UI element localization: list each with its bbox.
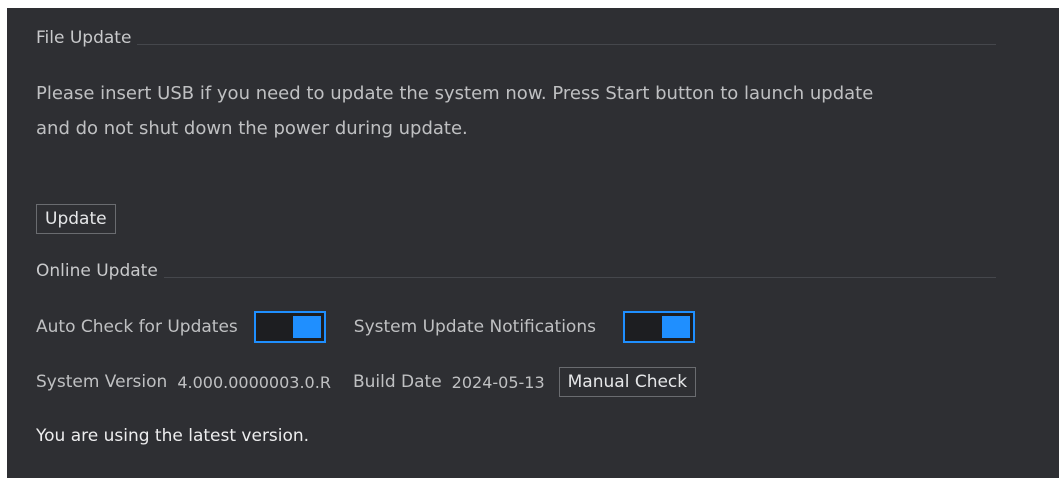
update-toggles-row: Auto Check for Updates System Update Not… xyxy=(36,311,695,343)
manual-check-button[interactable]: Manual Check xyxy=(558,367,697,397)
update-status-message: You are using the latest version. xyxy=(36,426,310,446)
system-version-value: 4.000.0000003.0.R xyxy=(177,372,331,392)
description-line-1: Please insert USB if you need to update … xyxy=(36,83,874,104)
version-row: System Version 4.000.0000003.0.R Build D… xyxy=(36,367,697,397)
notifications-label: System Update Notifications xyxy=(353,317,596,337)
section-divider xyxy=(137,43,996,45)
toggle-knob xyxy=(661,316,690,338)
toggle-knob xyxy=(292,316,321,338)
system-version-label: System Version xyxy=(36,372,168,392)
online-update-title: Online Update xyxy=(36,261,158,281)
build-date-label: Build Date xyxy=(352,372,442,392)
description-line-2: and do not shut down the power during up… xyxy=(36,118,468,139)
file-update-description: Please insert USB if you need to update … xyxy=(36,76,1046,146)
file-update-header: File Update xyxy=(36,26,996,50)
online-update-header: Online Update xyxy=(36,259,996,283)
update-panel: File Update Please insert USB if you nee… xyxy=(7,8,1059,478)
section-divider xyxy=(163,276,996,278)
file-update-title: File Update xyxy=(36,28,132,48)
auto-check-toggle[interactable] xyxy=(253,311,326,343)
build-date-value: 2024-05-13 xyxy=(451,372,545,392)
notifications-toggle[interactable] xyxy=(622,311,695,343)
update-button[interactable]: Update xyxy=(36,204,116,234)
auto-check-label: Auto Check for Updates xyxy=(36,317,238,337)
